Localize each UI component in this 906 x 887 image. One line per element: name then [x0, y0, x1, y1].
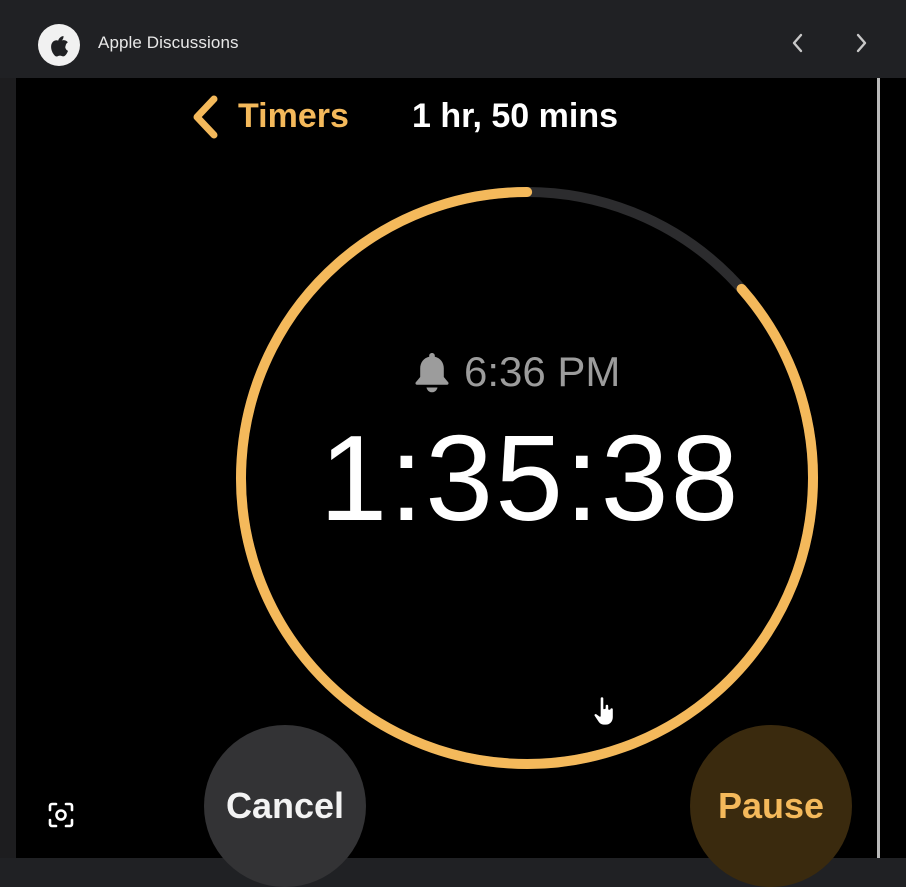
bell-icon: [415, 353, 449, 393]
right-strip: [880, 78, 906, 870]
browser-header: Apple Discussions: [0, 0, 906, 78]
hand-pointer-icon: [593, 695, 615, 726]
chevron-right-icon: [856, 33, 867, 53]
chevron-left-icon: [792, 33, 803, 53]
chevron-left-icon: [193, 95, 218, 139]
back-button[interactable]: [188, 94, 222, 140]
previous-page-button[interactable]: [783, 28, 813, 58]
alarm-end-time: 6:36 PM: [410, 342, 620, 402]
pause-button[interactable]: Pause: [690, 725, 852, 887]
alarm-time-label: 6:36 PM: [464, 348, 621, 395]
back-to-timers-link[interactable]: Timers: [238, 97, 349, 136]
timer-duration-title: 1 hr, 50 mins: [412, 97, 618, 135]
site-title: Apple Discussions: [98, 33, 239, 52]
apple-logo-icon[interactable]: [38, 24, 80, 66]
screenshot-tool-icon[interactable]: [46, 800, 76, 830]
cancel-button[interactable]: Cancel: [204, 725, 366, 887]
next-page-button[interactable]: [846, 28, 876, 58]
countdown-display: 1:35:38: [319, 410, 741, 546]
left-frame-edge: [0, 78, 16, 858]
